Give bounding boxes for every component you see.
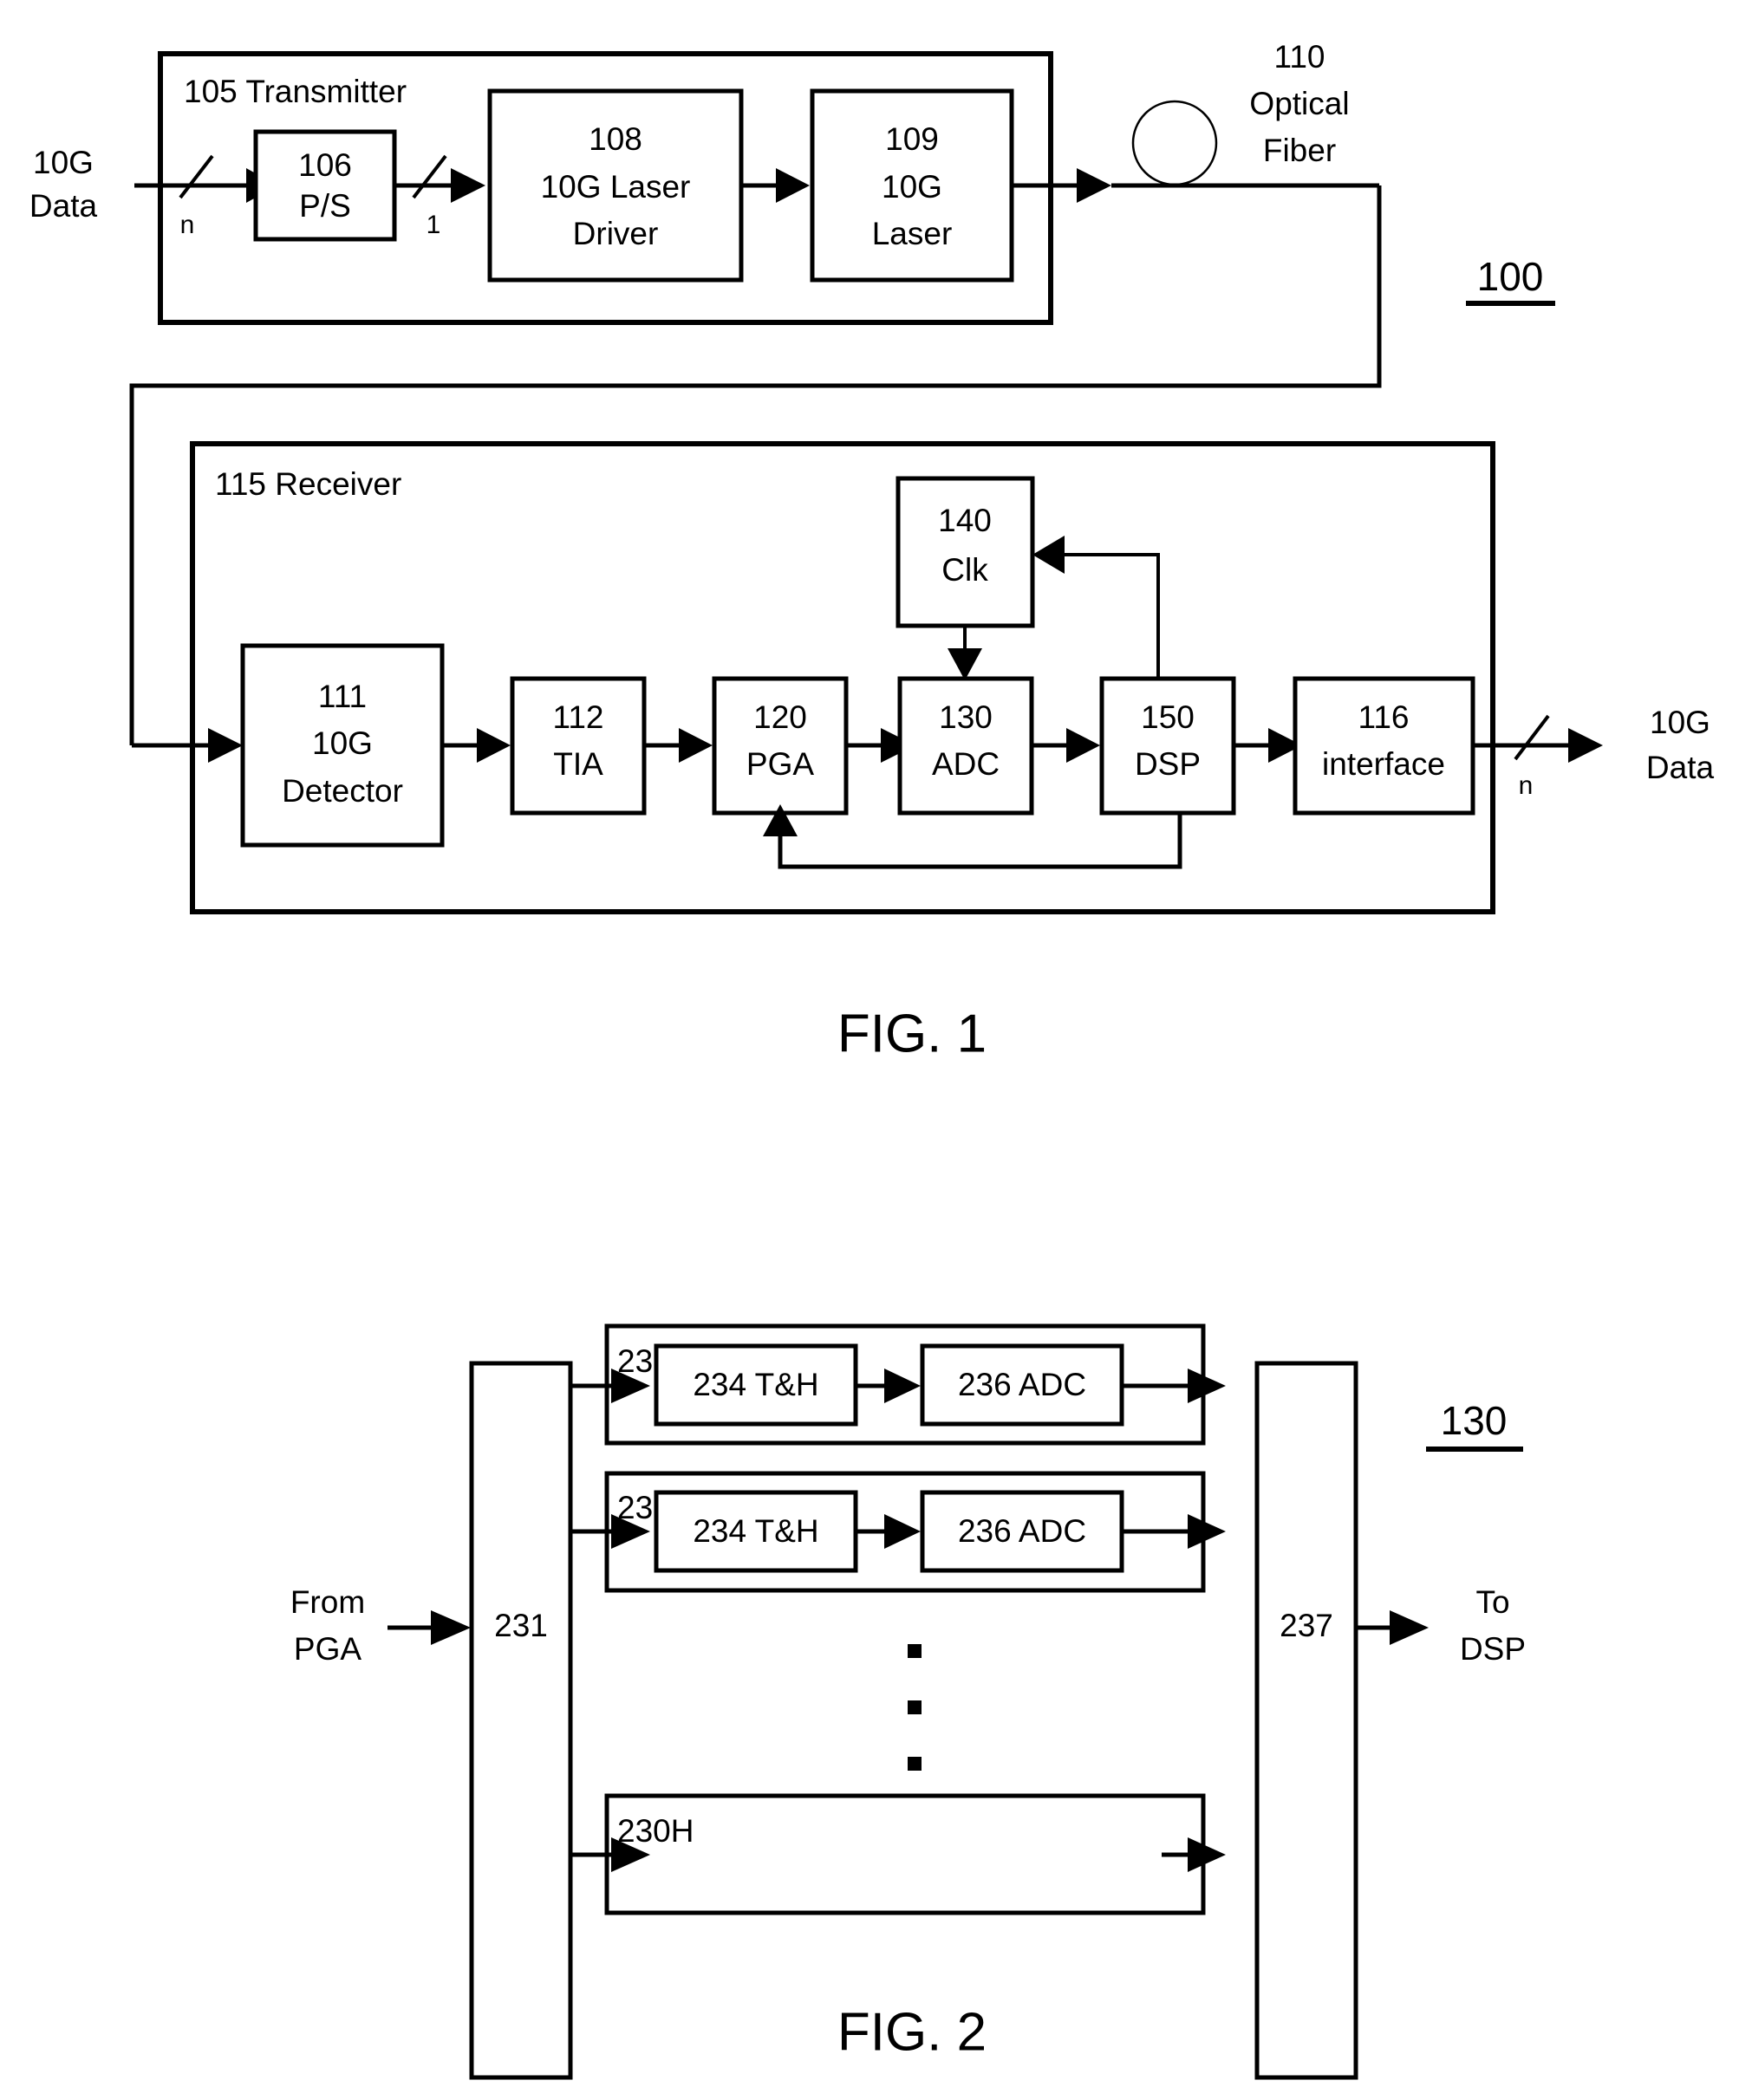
patent-drawing-canvas: 105 Transmitter 10G Data n 106 P/S 1 108… [29, 39, 1715, 2080]
receiver-output-arrowhead [1568, 728, 1603, 763]
fig2-input-label-line1: From [290, 1584, 365, 1620]
block-108-line3: Driver [573, 216, 659, 251]
block-108-line2: 10G Laser [541, 169, 691, 205]
block-237-mux [1254, 1361, 1358, 2080]
ps-bus-slash [412, 154, 447, 199]
figure-1-group: 105 Transmitter 10G Data n 106 P/S 1 108… [29, 39, 1715, 1064]
tx-input-bus-width: n [180, 211, 195, 239]
ellipsis-dot-2 [908, 1700, 922, 1714]
block-116-line2: interface [1322, 746, 1445, 782]
figure-2-caption: FIG. 2 [837, 2002, 987, 2062]
block-111-line2: 10G [312, 725, 373, 761]
driver-to-laser-arrowhead [776, 168, 810, 203]
block-106-line1: 106 [298, 147, 352, 183]
block-108-line1: 108 [589, 121, 642, 157]
fig2-output-label-line1: To [1475, 1584, 1509, 1620]
tx-input-label-line1: 10G [33, 145, 94, 180]
rx-output-label-line1: 10G [1650, 705, 1710, 740]
block-112-line2: TIA [553, 746, 603, 782]
ps-bus-width: 1 [427, 211, 441, 239]
fig2-output-label-line2: DSP [1460, 1631, 1526, 1667]
clk-to-adc-arrowhead [948, 648, 982, 680]
block-130-line1: 130 [939, 699, 993, 735]
block-231-label: 231 [494, 1608, 548, 1643]
fig2-ref-number: 130 [1441, 1398, 1508, 1443]
fiber-label-line1: 110 [1274, 39, 1325, 75]
fiber-to-detector-arrowhead [208, 728, 243, 763]
patent-figure-sheet: 105 Transmitter 10G Data n 106 P/S 1 108… [0, 0, 1752, 2100]
rx-output-label-line2: Data [1646, 750, 1715, 785]
detector-to-tia-arrowhead [477, 728, 511, 763]
dsp-to-clk-feedback-wire [1065, 553, 1160, 679]
transmitter-label: 105 Transmitter [184, 74, 407, 109]
fig2-output-arrowhead [1390, 1610, 1429, 1645]
block-106-line2: P/S [299, 188, 351, 224]
block-109-line1: 109 [885, 121, 939, 157]
block-237-label: 237 [1280, 1608, 1333, 1643]
block-109-line2: 10G [882, 169, 942, 205]
block-150-line1: 150 [1141, 699, 1195, 735]
dsp-to-clk-arrowhead [1032, 536, 1065, 574]
fiber-label-line2: Optical [1249, 86, 1349, 121]
block-112-line1: 112 [553, 699, 604, 735]
tia-to-pga-arrowhead [679, 728, 713, 763]
receiver-label: 115 Receiver [215, 466, 401, 502]
receiver-output-bus-width: n [1519, 771, 1534, 800]
ps-to-driver-arrowhead [451, 168, 485, 203]
figure-1-caption: FIG. 1 [837, 1004, 987, 1063]
tx-input-label-line2: Data [29, 188, 98, 224]
block-109-line3: Laser [872, 216, 953, 251]
receiver-output-bus-slash [1514, 714, 1550, 761]
channel-230h-box [604, 1793, 1206, 1915]
block-130-line2: ADC [932, 746, 1000, 782]
channel-230h-output-arrowhead [1188, 1837, 1226, 1872]
fig2-input-label-line2: PGA [294, 1631, 361, 1667]
channel-230a-output-arrowhead [1188, 1369, 1226, 1403]
block-150-line2: DSP [1135, 746, 1201, 782]
block-231-demux [469, 1361, 573, 2080]
channel-230b-output-arrowhead [1188, 1514, 1226, 1549]
figure-2-group: 130 From PGA 231 237 To DSP 230A 2 [290, 1323, 1526, 2080]
fig1-ref-number: 100 [1477, 254, 1544, 299]
tx-input-bus-slash [179, 154, 214, 199]
fig2-input-arrowhead [431, 1610, 471, 1645]
adc-to-dsp-arrowhead [1066, 728, 1100, 763]
channel-230a-adc-label: 236 ADC [958, 1367, 1086, 1402]
channel-230b-adc-label: 236 ADC [958, 1513, 1086, 1549]
block-140-line1: 140 [938, 503, 992, 538]
block-120-line1: 120 [753, 699, 807, 735]
block-140-line2: Clk [941, 552, 988, 588]
ellipsis-dot-3 [908, 1757, 922, 1771]
laser-out-arrowhead [1077, 168, 1111, 203]
optical-fiber-loop-icon [1131, 100, 1218, 186]
channel-230h-tag: 230H [617, 1813, 694, 1849]
dsp-to-pga-feedback-wire [778, 813, 1182, 869]
channel-230b-th-label: 234 T&H [693, 1513, 818, 1549]
block-111-line1: 111 [318, 679, 367, 714]
block-111-line3: Detector [282, 773, 403, 809]
ellipsis-dot-1 [908, 1644, 922, 1658]
fiber-label-line3: Fiber [1263, 133, 1336, 168]
channel-230a-th-label: 234 T&H [693, 1367, 818, 1402]
block-116-line1: 116 [1358, 699, 1410, 735]
block-120-line2: PGA [746, 746, 814, 782]
